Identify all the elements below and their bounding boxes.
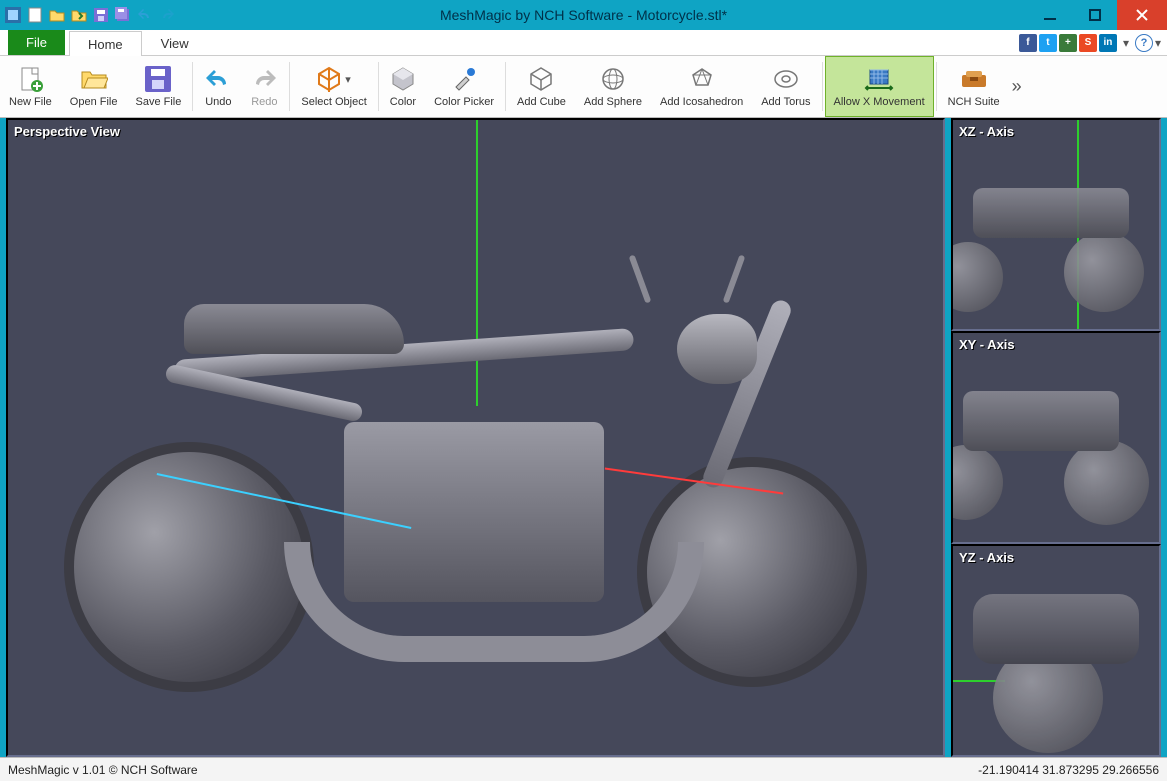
status-bar: MeshMagic v 1.01 © NCH Software -21.1904… [0, 757, 1167, 781]
separator [822, 62, 823, 111]
tool-label: Save File [136, 96, 182, 108]
viewport-label: XZ - Axis [959, 124, 1014, 139]
file-tab[interactable]: File [8, 30, 65, 55]
separator [378, 62, 379, 111]
allow-x-icon [864, 65, 894, 93]
status-version-text: MeshMagic v 1.01 © NCH Software [8, 763, 198, 777]
tool-label: Add Icosahedron [660, 96, 743, 108]
add-icosahedron-button[interactable]: Add Icosahedron [651, 56, 752, 117]
nch-suite-button[interactable]: NCH Suite [939, 56, 1009, 117]
cube-icon [529, 65, 553, 93]
yz-viewport[interactable]: YZ - Axis [951, 544, 1161, 757]
twitter-icon[interactable]: t [1039, 34, 1057, 52]
toolbar-overflow-button[interactable]: » [1009, 56, 1025, 117]
nch-suite-icon [960, 65, 988, 93]
separator [192, 62, 193, 111]
tool-label: Add Sphere [584, 96, 642, 108]
minimize-button[interactable] [1027, 0, 1072, 30]
torus-icon [773, 65, 799, 93]
stumbleupon-icon[interactable]: S [1079, 34, 1097, 52]
add-sphere-button[interactable]: Add Sphere [575, 56, 651, 117]
undo-icon [204, 65, 232, 93]
open-file-button[interactable]: Open File [61, 56, 127, 117]
color-picker-button[interactable]: Color Picker [425, 56, 503, 117]
ribbon-right-icons: f t + S in ▾ ? ▾ [1019, 30, 1167, 55]
redo-button[interactable]: Redo [241, 56, 287, 117]
close-button[interactable] [1117, 0, 1167, 30]
help-dropdown-icon[interactable]: ▾ [1155, 36, 1161, 50]
color-button[interactable]: Color [381, 56, 425, 117]
title-bar: MeshMagic by NCH Software - Motorcycle.s… [0, 0, 1167, 30]
model-render [64, 234, 887, 691]
app-icon [4, 6, 22, 24]
tool-label: Open File [70, 96, 118, 108]
xz-viewport[interactable]: XZ - Axis [951, 118, 1161, 331]
separator [289, 62, 290, 111]
tab-view[interactable]: View [142, 30, 208, 55]
separator [505, 62, 506, 111]
color-icon [391, 65, 415, 93]
quick-access-toolbar [0, 6, 176, 24]
side-views-column: XZ - Axis XY - Axis YZ - Axis [951, 118, 1161, 757]
sphere-icon [601, 65, 625, 93]
qa-export-icon[interactable] [70, 6, 88, 24]
window-controls [1027, 0, 1167, 30]
workspace: Perspective View XZ - Axis [0, 118, 1167, 757]
google-plus-icon[interactable]: + [1059, 34, 1077, 52]
new-file-icon [17, 65, 43, 93]
facebook-icon[interactable]: f [1019, 34, 1037, 52]
separator [936, 62, 937, 111]
tool-label: New File [9, 96, 52, 108]
undo-button[interactable]: Undo [195, 56, 241, 117]
tool-label: Color Picker [434, 96, 494, 108]
dropdown-icon[interactable]: ▾ [1119, 36, 1133, 50]
qa-undo-icon[interactable] [136, 6, 154, 24]
save-file-icon [145, 65, 171, 93]
chevron-down-icon: ▾ [345, 73, 351, 86]
viewport-label: YZ - Axis [959, 550, 1014, 565]
open-file-icon [80, 65, 108, 93]
tool-label: NCH Suite [948, 96, 1000, 108]
redo-icon [250, 65, 278, 93]
qa-open-icon[interactable] [48, 6, 66, 24]
tool-label: Add Cube [517, 96, 566, 108]
tab-home[interactable]: Home [69, 31, 142, 56]
add-cube-button[interactable]: Add Cube [508, 56, 575, 117]
tool-label: Add Torus [761, 96, 810, 108]
color-picker-icon [452, 65, 476, 93]
tool-label: Select Object [301, 96, 366, 108]
linkedin-icon[interactable]: in [1099, 34, 1117, 52]
qa-new-icon[interactable] [26, 6, 44, 24]
tool-label: Allow X Movement [834, 96, 925, 108]
status-coordinates: -21.190414 31.873295 29.266556 [978, 763, 1159, 777]
perspective-viewport[interactable]: Perspective View [6, 118, 945, 757]
maximize-button[interactable] [1072, 0, 1117, 30]
viewport-label: XY - Axis [959, 337, 1015, 352]
add-torus-button[interactable]: Add Torus [752, 56, 819, 117]
select-object-icon: ▾ [317, 65, 351, 93]
viewport-label: Perspective View [14, 124, 120, 139]
new-file-button[interactable]: New File [0, 56, 61, 117]
help-icon[interactable]: ? [1135, 34, 1153, 52]
toolbar: New File Open File Save File Undo Redo ▾… [0, 56, 1167, 118]
icosahedron-icon [690, 65, 714, 93]
save-file-button[interactable]: Save File [127, 56, 191, 117]
tool-label: Redo [251, 96, 277, 108]
tool-label: Undo [205, 96, 231, 108]
select-object-button[interactable]: ▾ Select Object [292, 56, 375, 117]
allow-x-movement-button[interactable]: Allow X Movement [825, 56, 934, 117]
ribbon-tabs-row: File Home View f t + S in ▾ ? ▾ [0, 30, 1167, 56]
qa-save-all-icon[interactable] [114, 6, 132, 24]
qa-redo-icon[interactable] [158, 6, 176, 24]
qa-save-icon[interactable] [92, 6, 110, 24]
tool-label: Color [390, 96, 416, 108]
xy-viewport[interactable]: XY - Axis [951, 331, 1161, 544]
